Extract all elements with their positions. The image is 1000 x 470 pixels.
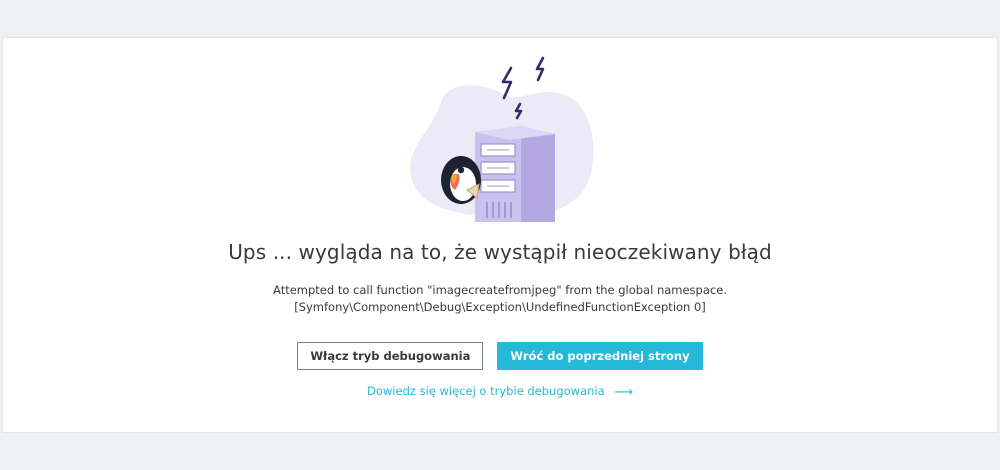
puffin-mascot-icon: [441, 156, 481, 204]
learn-more-link-label: Dowiedz się więcej o trybie debugowania: [367, 384, 605, 398]
action-buttons: Włącz tryb debugowania Wróć do poprzedni…: [3, 342, 997, 370]
exception-class-line: [Symfony\Component\Debug\Exception\Undef…: [294, 300, 706, 314]
error-title: Ups ... wygląda na to, że wystąpił nieoc…: [228, 240, 772, 264]
back-to-previous-page-button[interactable]: Wróć do poprzedniej strony: [497, 342, 703, 370]
enable-debug-mode-button[interactable]: Włącz tryb debugowania: [297, 342, 484, 370]
error-message: Attempted to call function "imagecreatef…: [3, 282, 997, 316]
learn-more-debug-link[interactable]: Dowiedz się więcej o trybie debugowania …: [3, 384, 997, 400]
page: Ups ... wygląda na to, że wystąpił nieoc…: [0, 0, 1000, 470]
server-error-illustration: [410, 56, 594, 222]
error-card: Ups ... wygląda na to, że wystąpił nieoc…: [2, 37, 998, 433]
server-tower: [475, 126, 555, 222]
arrow-right-icon: ⟶: [614, 385, 633, 400]
error-message-line: Attempted to call function "imagecreatef…: [273, 283, 727, 297]
